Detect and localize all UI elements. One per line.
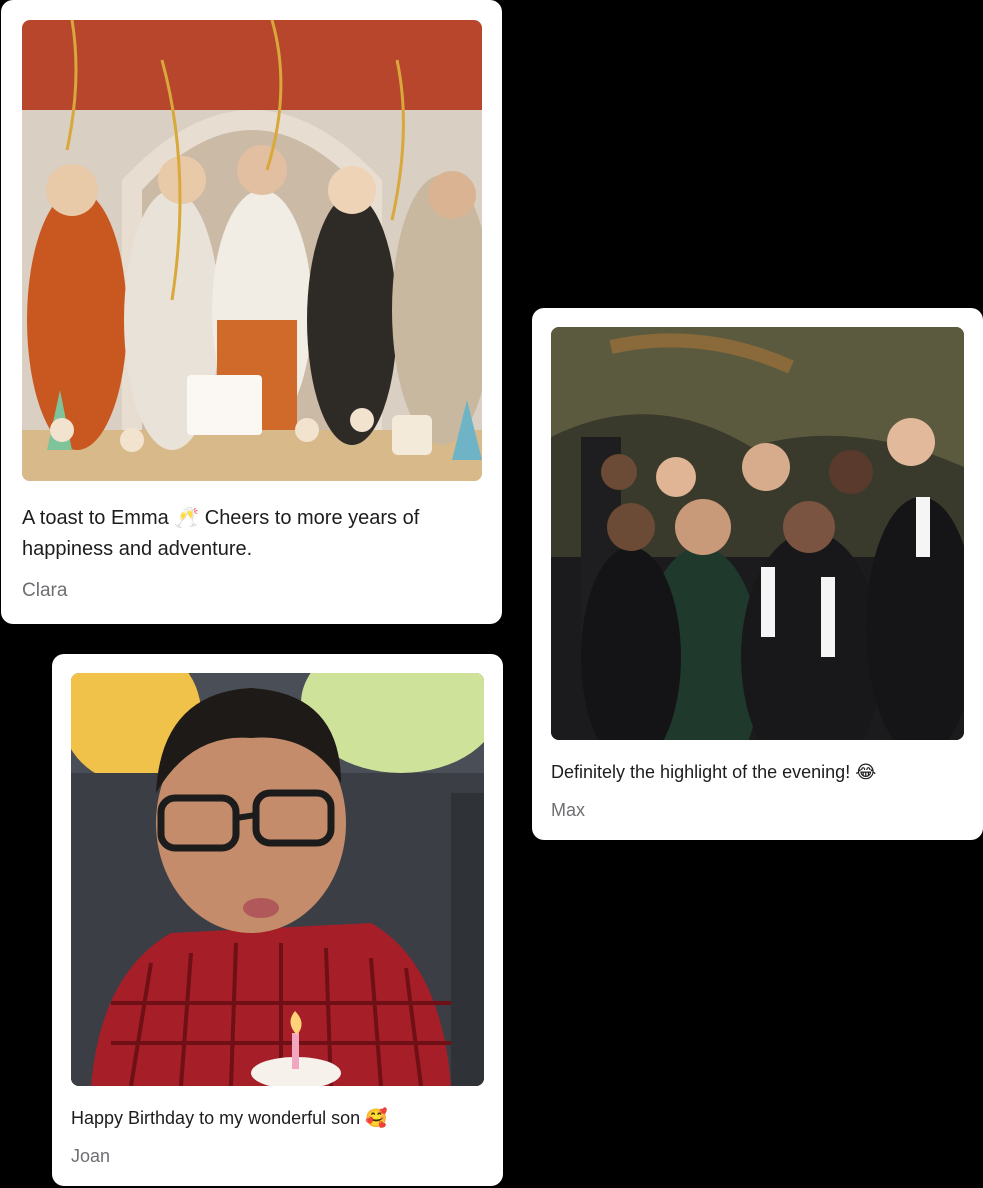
post-caption: Happy Birthday to my wonderful son 🥰 [71,1108,388,1128]
post-caption: A toast to Emma 🥂 Cheers to more years o… [22,507,420,560]
post-author[interactable]: Max [551,798,585,822]
post-card-joan[interactable]: Happy Birthday to my wonderful son 🥰 Joa… [52,654,503,1186]
post-photo-birthday-candle[interactable] [71,673,484,1086]
post-author[interactable]: Joan [71,1144,110,1168]
post-card-clara[interactable]: A toast to Emma 🥂 Cheers to more years o… [1,0,502,624]
post-author[interactable]: Clara [22,578,67,604]
post-photo-group-selfie[interactable] [551,327,964,740]
post-caption: Definitely the highlight of the evening!… [551,762,877,782]
photo-illustration [71,673,484,1086]
photo-illustration [22,20,482,481]
photo-illustration [551,327,964,740]
post-card-max[interactable]: Definitely the highlight of the evening!… [532,308,983,840]
post-photo-toast-celebration[interactable] [22,20,482,481]
